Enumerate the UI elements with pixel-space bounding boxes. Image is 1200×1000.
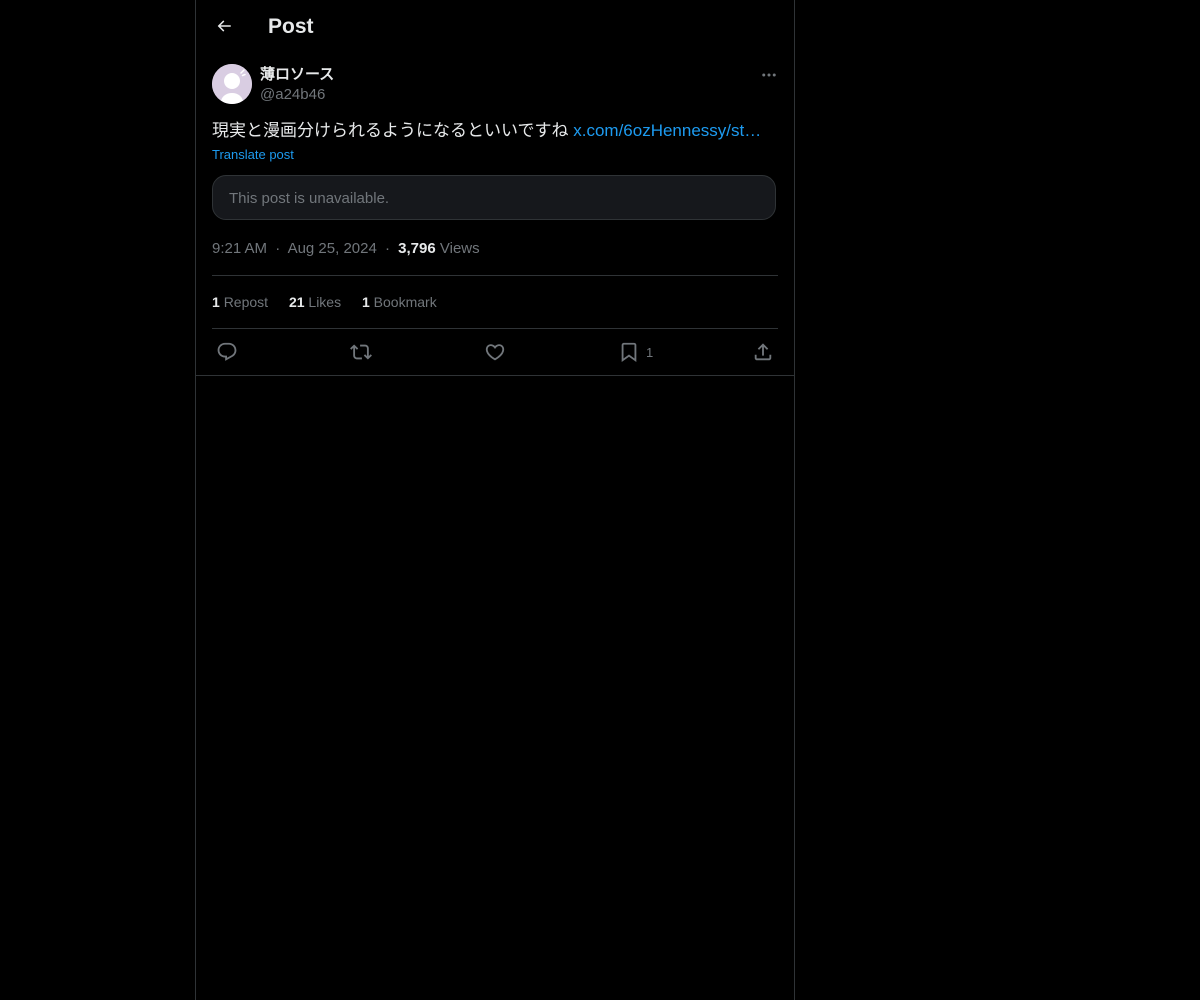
post-metadata: 9:21 AM · Aug 25, 2024 · 3,796 Views — [212, 239, 480, 259]
repost-icon — [350, 344, 372, 360]
heart-icon — [485, 344, 505, 361]
bookmarks-stat[interactable]: 1 Bookmark — [362, 294, 437, 310]
more-dots-icon — [762, 73, 776, 77]
quoted-post-unavailable: This post is unavailable. — [212, 175, 776, 220]
bookmark-icon — [621, 342, 637, 363]
share-icon — [754, 343, 772, 361]
like-button[interactable] — [484, 339, 506, 365]
views-label: Views — [439, 240, 480, 257]
back-arrow-icon — [217, 20, 231, 32]
author-handle[interactable]: @a24b46 — [260, 85, 325, 105]
bookmark-count: 1 — [646, 344, 654, 360]
reply-icon — [217, 342, 237, 361]
divider — [212, 328, 778, 329]
share-button[interactable] — [752, 339, 774, 365]
bookmarks-label: Bookmark — [373, 294, 437, 310]
avatar-image — [212, 64, 252, 104]
reposts-count: 1 — [212, 294, 220, 310]
post-time[interactable]: 9:21 AM — [212, 240, 267, 257]
views-count[interactable]: 3,796 — [398, 240, 436, 257]
page-title: Post — [268, 15, 314, 38]
likes-stat[interactable]: 21 Likes — [289, 294, 341, 310]
bookmark-button[interactable]: 1 — [618, 339, 653, 365]
primary-column: Post 薄ロソース @a24b46 現実と漫画分けられるようになるといいですね… — [195, 0, 795, 1000]
meta-dot: · — [384, 240, 390, 257]
avatar[interactable] — [212, 64, 252, 104]
page-header: Post — [196, 0, 794, 53]
post-date[interactable]: Aug 25, 2024 — [288, 240, 377, 257]
back-button[interactable] — [207, 9, 241, 43]
post-text: 現実と漫画分けられるようになるといいですね x.com/6ozHennessy/… — [212, 120, 778, 142]
reposts-stat[interactable]: 1 Repost — [212, 294, 268, 310]
likes-count: 21 — [288, 294, 305, 310]
action-bar: 1 — [212, 339, 778, 365]
divider — [212, 275, 778, 276]
post-body: 現実と漫画分けられるようになるといいですね — [212, 121, 569, 140]
likes-label: Likes — [308, 294, 342, 310]
author-display-name[interactable]: 薄ロソース — [260, 65, 334, 85]
more-options-button[interactable] — [758, 64, 780, 86]
bookmarks-count: 1 — [361, 294, 370, 310]
reply-button[interactable] — [216, 339, 238, 365]
reposts-label: Repost — [223, 294, 269, 310]
engagement-stats: 1 Repost 21 Likes 1 Bookmark — [212, 292, 454, 312]
divider — [196, 375, 794, 376]
post-link[interactable]: x.com/6ozHennessy/st… — [573, 121, 761, 140]
translate-post-link[interactable]: Translate post — [212, 146, 294, 164]
repost-button[interactable] — [350, 339, 372, 365]
unavailable-text: This post is unavailable. — [229, 190, 390, 207]
meta-dot: · — [275, 240, 281, 257]
